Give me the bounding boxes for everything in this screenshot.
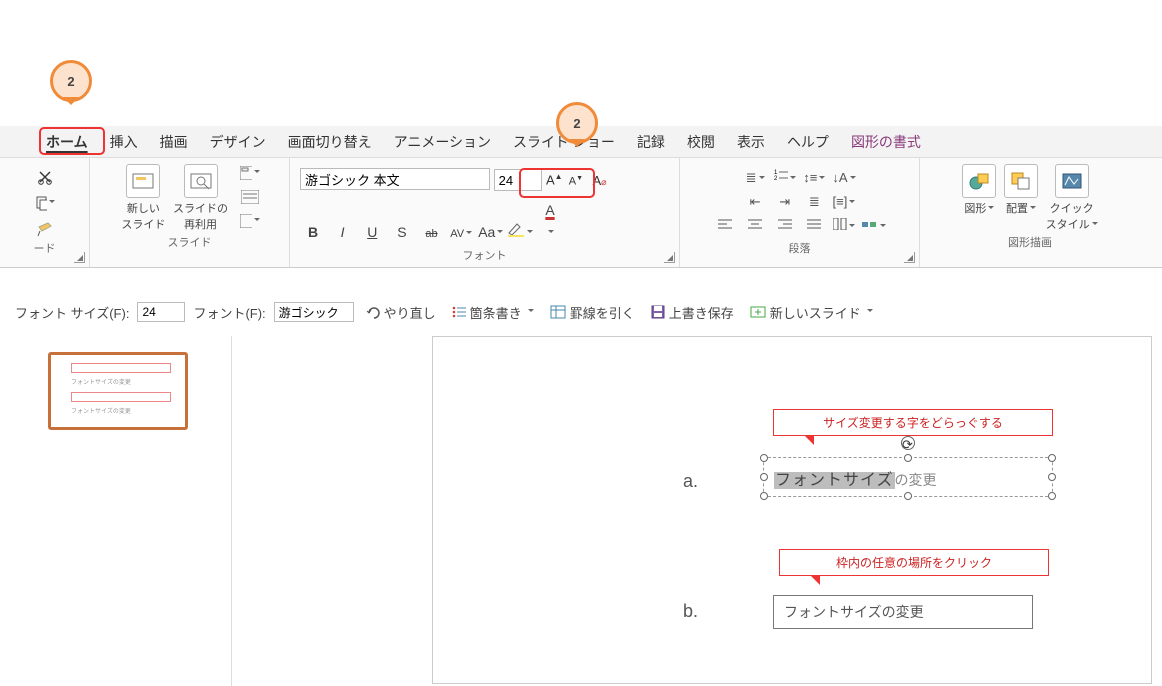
numbering-button[interactable]: 12 [772,168,798,188]
tab-draw[interactable]: 描画 [160,132,188,152]
bullet-b-label: b. [683,601,698,622]
columns-button[interactable] [831,218,857,238]
tab-animations[interactable]: アニメーション [394,132,491,152]
smartart-button[interactable] [861,218,887,238]
slide-thumbnail-1[interactable]: フォントサイズの変更 フォントサイズの変更 [48,352,188,430]
qat-ruler-button[interactable]: 罫線を引く [546,303,639,322]
group-drawing-label: 図形描画 [930,234,1130,252]
tab-insert[interactable]: 挿入 [110,132,138,152]
font-size-input[interactable] [494,169,542,191]
change-case-button[interactable]: Aa [478,221,504,243]
strike-button[interactable]: ab [419,223,445,245]
char-spacing-button[interactable]: AV [448,223,474,245]
shapes-button[interactable]: 図形 [962,164,996,216]
qat-save-button[interactable]: 上書き保存 [647,303,738,322]
tab-view[interactable]: 表示 [737,132,765,152]
format-painter-icon[interactable] [35,220,55,238]
font-name-input[interactable] [300,168,490,190]
italic-button[interactable]: I [330,221,356,243]
align-right-button[interactable] [772,218,798,238]
new-slide-button[interactable]: 新しい スライド [121,164,165,232]
callout-b: 枠内の任意の場所をクリック [779,549,1049,576]
textbox-b[interactable]: フォントサイズの変更 [773,595,1033,629]
svg-text:2: 2 [774,176,778,182]
group-clipboard-label: ード [10,240,79,258]
shrink-font-button[interactable]: A▼ [567,175,585,188]
list-level-button[interactable]: ≣ [801,194,827,214]
qat-new-slide-button[interactable]: 新しいスライド [746,303,877,322]
textbox-a-tail: の変更 [895,472,937,488]
bullet-a-label: a. [683,471,698,492]
tab-help[interactable]: ヘルプ [787,132,829,152]
shadow-button[interactable]: S [389,221,415,243]
textbox-a-selected[interactable]: ⟳ フォントサイズの変更 [763,457,1053,497]
font-dialog-launcher[interactable] [664,252,675,263]
underline-button[interactable]: U [359,221,385,243]
align-center-button[interactable] [742,218,768,238]
arrange-button[interactable]: 配置 [1004,164,1038,216]
qat-fontsize-input[interactable] [137,302,185,322]
cut-icon[interactable] [35,168,55,186]
qat-bullets-button[interactable]: 箇条書き [448,303,538,322]
tab-shape-format[interactable]: 図形の書式 [851,132,921,152]
group-font-label: フォント [300,247,669,265]
tab-record[interactable]: 記録 [637,132,665,152]
layout-icon[interactable] [240,164,260,182]
qat-font-input[interactable] [274,302,354,322]
text-direction-button[interactable]: ↓A [831,170,857,190]
tab-home[interactable]: ホーム [46,132,88,152]
copy-icon[interactable] [35,194,55,212]
line-spacing-button[interactable]: ↕≡ [801,170,827,190]
highlight-color-button[interactable] [507,221,533,243]
selected-text[interactable]: フォントサイズ [774,472,895,489]
bullets-button[interactable]: ≣ [742,170,768,190]
font-color-button[interactable]: A [537,199,563,243]
reset-icon[interactable] [240,188,260,206]
ribbon: ード 新しい スライド スライドの 再利用 スライド [0,158,1162,268]
quick-styles-button[interactable]: クイック スタイル [1046,164,1098,232]
reuse-slides-button[interactable]: スライドの 再利用 [173,164,228,232]
clipboard-dialog-launcher[interactable] [74,252,85,263]
callout-2b: 2 [556,102,598,144]
qat-redo-button[interactable]: やり直し [362,303,440,322]
qat-fontsize-label: フォント サイズ(F): [15,303,129,322]
section-icon[interactable] [240,212,260,230]
paragraph-dialog-launcher[interactable] [904,252,915,263]
group-slides-label: スライド [100,234,279,252]
callout-a: サイズ変更する字をどらっぐする [773,409,1053,436]
slide-thumbnail-panel: フォントサイズの変更 フォントサイズの変更 [32,336,232,686]
quick-access-toolbar: フォント サイズ(F): フォント(F): やり直し 箇条書き 罫線を引く 上書… [15,298,877,326]
clear-format-button[interactable]: A⌀ [589,173,611,188]
justify-button[interactable] [801,218,827,238]
callout-2a: 2 [50,60,92,102]
tab-review[interactable]: 校閲 [687,132,715,152]
bold-button[interactable]: B [300,221,326,243]
grow-font-button[interactable]: A▲ [545,172,563,187]
group-paragraph-label: 段落 [690,240,909,258]
rotate-handle[interactable]: ⟳ [901,436,915,450]
indent-button[interactable]: ⇥ [772,194,798,214]
outdent-button[interactable]: ⇤ [742,194,768,214]
tab-transitions[interactable]: 画面切り替え [288,132,372,152]
align-text-button[interactable]: [≡] [831,194,857,214]
tab-design[interactable]: デザイン [210,132,266,152]
align-left-button[interactable] [712,218,738,238]
slide-editor[interactable]: a. サイズ変更する字をどらっぐする ⟳ フォントサイズの変更 b. 枠内の任意… [432,336,1152,684]
qat-font-label: フォント(F): [193,303,265,322]
